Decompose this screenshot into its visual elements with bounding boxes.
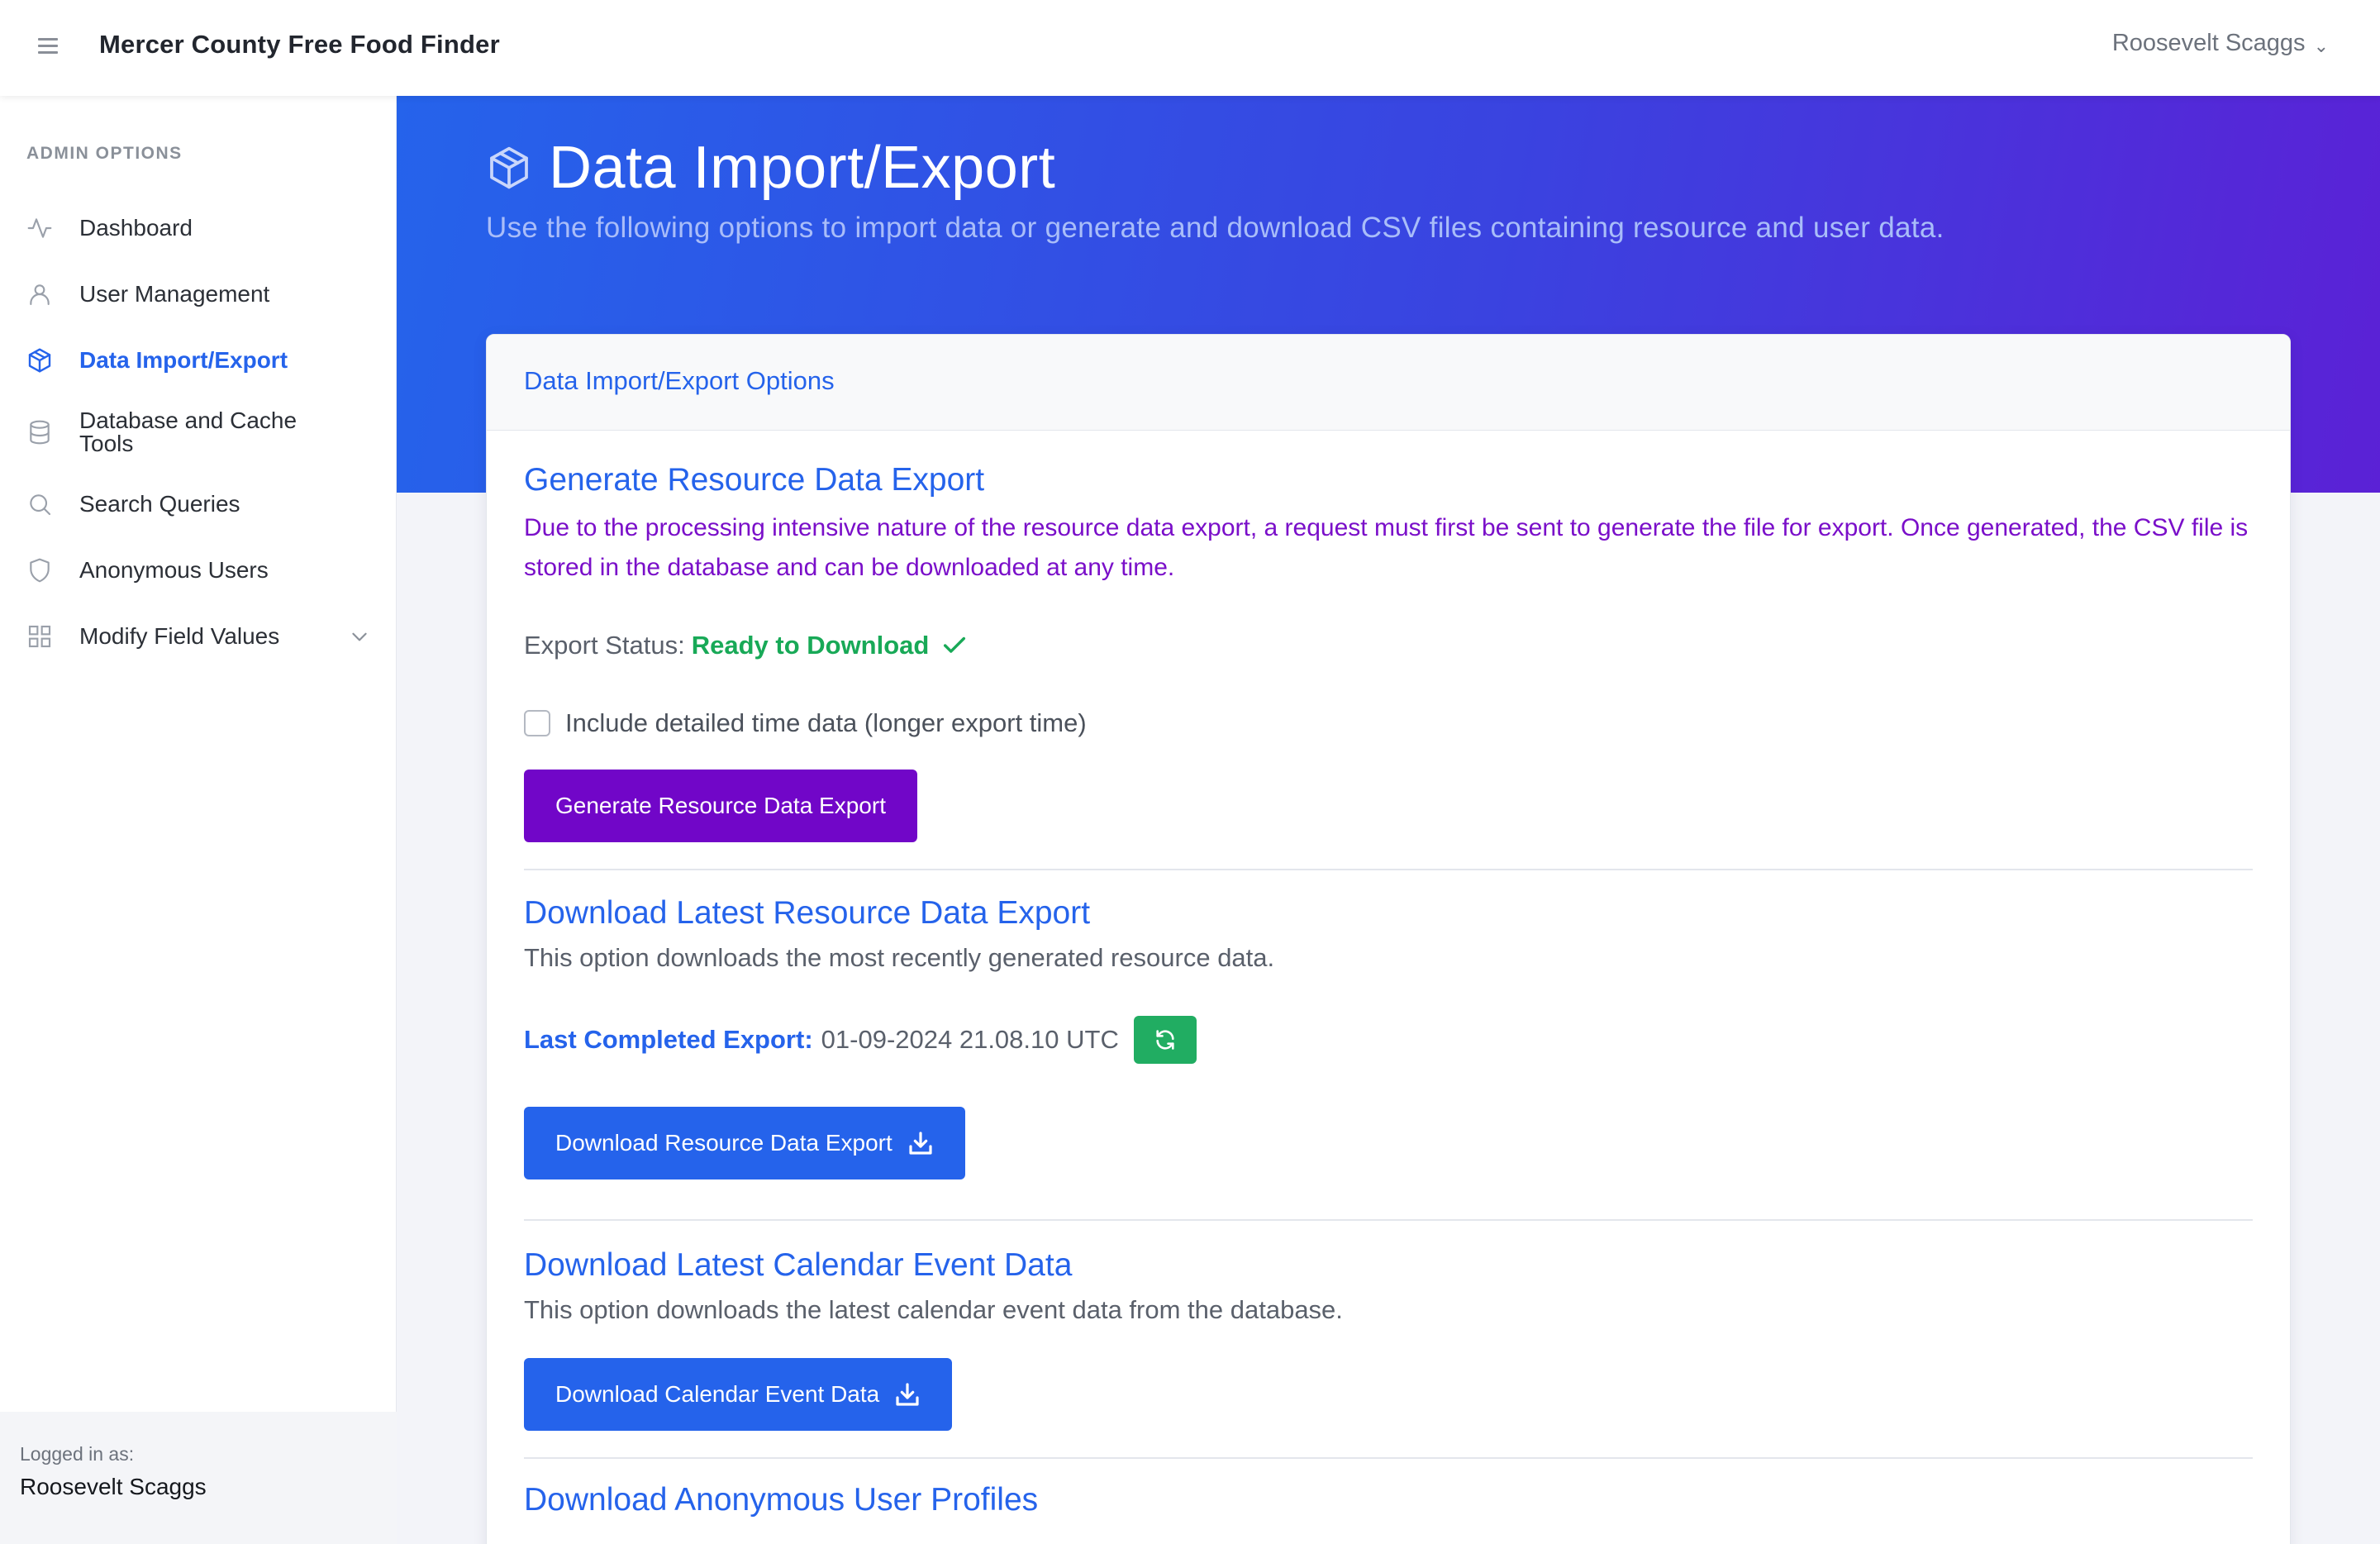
section-divider	[524, 1219, 2253, 1221]
export-status-label: Export Status:	[524, 631, 685, 660]
download-icon	[896, 1383, 919, 1406]
sidebar-heading: ADMIN OPTIONS	[26, 144, 183, 163]
database-icon	[30, 420, 50, 445]
download-resource-button[interactable]: Download Resource Data Export	[524, 1107, 965, 1179]
download-resource-button-label: Download Resource Data Export	[555, 1130, 892, 1156]
section-divider	[524, 1457, 2253, 1459]
sidebar-item-label: Modify Field Values	[79, 623, 280, 649]
sidebar-item-user-management[interactable]: User Management	[0, 261, 397, 327]
options-card: Data Import/Export Options Generate Reso…	[486, 334, 2291, 1544]
download-calendar-button-label: Download Calendar Event Data	[555, 1381, 880, 1407]
generate-export-button-label: Generate Resource Data Export	[555, 793, 886, 818]
generate-export-description: Due to the processing intensive nature o…	[524, 514, 2249, 581]
sidebar-item-label: Anonymous Users	[79, 557, 269, 583]
sidebar-item-anonymous-users[interactable]: Anonymous Users	[0, 537, 397, 603]
shield-icon	[30, 558, 50, 583]
menu-toggle-icon[interactable]	[38, 38, 58, 56]
refresh-button[interactable]	[1133, 1016, 1197, 1064]
page-subtitle: Use the following options to import data…	[486, 212, 1944, 244]
last-export-timestamp: 01-09-2024 21.08.10 UTC	[821, 1025, 1119, 1054]
search-icon	[30, 494, 51, 516]
export-status: Export Status: Ready to Download	[524, 631, 2253, 660]
sidebar-item-modify-field-values[interactable]: Modify Field Values	[0, 603, 397, 670]
download-resource-title: Download Latest Resource Data Export	[524, 895, 1091, 931]
download-icon	[909, 1132, 932, 1155]
sidebar-item-search-queries[interactable]: Search Queries	[0, 471, 397, 537]
sidebar-footer: Logged in as: Roosevelt Scaggs	[0, 1412, 397, 1544]
download-calendar-title: Download Latest Calendar Event Data	[524, 1247, 1073, 1283]
detailed-time-checkbox[interactable]	[524, 710, 550, 736]
download-anonymous-title: Download Anonymous User Profiles	[524, 1482, 1039, 1518]
user-menu[interactable]: Roosevelt Scaggs ⌄	[2112, 30, 2329, 57]
sidebar-item-database-cache[interactable]: Database and Cache Tools	[0, 393, 397, 471]
box-icon	[28, 348, 51, 373]
generate-export-button[interactable]: Generate Resource Data Export	[524, 770, 917, 842]
sidebar-item-label: Database and Cache Tools	[79, 407, 298, 456]
box-icon	[490, 146, 528, 189]
app-brand[interactable]: Mercer County Free Food Finder	[99, 30, 500, 60]
detailed-time-option: Include detailed time data (longer expor…	[524, 708, 2253, 738]
last-completed-export: Last Completed Export: 01-09-2024 21.08.…	[524, 1016, 2253, 1064]
logged-in-label: Logged in as:	[20, 1443, 135, 1465]
chevron-down-icon: ⌄	[2313, 35, 2329, 56]
sidebar-item-label: Search Queries	[79, 491, 240, 517]
sidebar-item-label: Dashboard	[79, 215, 193, 241]
page-title-text: Data Import/Export	[549, 135, 1056, 201]
download-calendar-button[interactable]: Download Calendar Event Data	[524, 1358, 953, 1431]
check-icon	[944, 636, 966, 653]
sidebar: ADMIN OPTIONS Dashboard User Management …	[0, 96, 397, 1544]
section-divider	[524, 869, 2253, 870]
logged-in-user: Roosevelt Scaggs	[20, 1474, 207, 1499]
top-navbar: Mercer County Free Food Finder Roosevelt…	[0, 0, 2380, 96]
grid-icon	[28, 625, 51, 648]
last-export-label: Last Completed Export:	[524, 1025, 813, 1054]
sidebar-item-label: Data Import/Export	[79, 347, 288, 373]
detailed-time-label[interactable]: Include detailed time data (longer expor…	[565, 708, 1087, 738]
generate-export-title: Generate Resource Data Export	[524, 462, 985, 498]
download-calendar-description: This option downloads the latest calenda…	[524, 1295, 1343, 1324]
user-icon	[30, 284, 50, 306]
page-title: Data Import/Export	[486, 134, 1055, 202]
chevron-down-icon[interactable]	[349, 626, 370, 647]
user-menu-name: Roosevelt Scaggs	[2111, 30, 2306, 56]
export-status-value: Ready to Download	[691, 631, 930, 660]
sidebar-item-data-import-export[interactable]: Data Import/Export	[0, 327, 397, 393]
sidebar-item-dashboard[interactable]: Dashboard	[0, 195, 397, 261]
card-body: Generate Resource Data Export Due to the…	[487, 462, 2290, 1518]
download-resource-description: This option downloads the most recently …	[524, 943, 1275, 972]
refresh-icon	[1156, 1030, 1174, 1050]
sidebar-item-label: User Management	[79, 281, 270, 307]
card-header: Data Import/Export Options	[487, 335, 2290, 431]
activity-icon	[27, 218, 52, 238]
sidebar-nav: Dashboard User Management Data Import/Ex…	[0, 195, 397, 670]
